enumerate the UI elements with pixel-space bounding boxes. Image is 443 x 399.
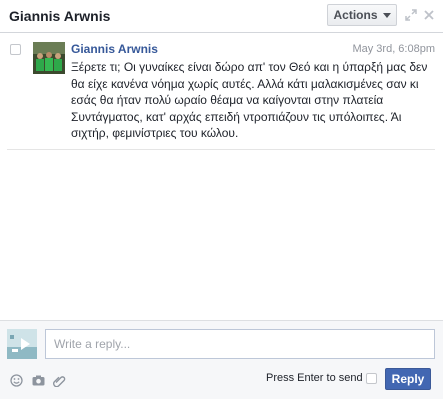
reply-composer: Press Enter to send Reply — [0, 320, 443, 399]
conversation-title: Giannis Arwnis — [9, 8, 111, 24]
camera-icon[interactable] — [32, 374, 45, 387]
message-timestamp: May 3rd, 6:08pm — [352, 43, 435, 55]
close-icon[interactable] — [423, 9, 435, 21]
avatar[interactable] — [33, 42, 65, 74]
press-enter-checkbox[interactable] — [366, 373, 377, 384]
expand-icon[interactable] — [405, 9, 417, 21]
message-item: Giannis Arwnis May 3rd, 6:08pm Ξέρετε τι… — [7, 35, 435, 150]
avatar — [7, 329, 37, 359]
sender-name-link[interactable]: Giannis Arwnis — [71, 42, 158, 56]
reply-button[interactable]: Reply — [385, 368, 431, 390]
reply-input[interactable] — [45, 329, 435, 359]
actions-label: Actions — [333, 8, 378, 22]
actions-button[interactable]: Actions — [327, 4, 397, 26]
chevron-down-icon — [382, 12, 391, 18]
press-enter-label: Press Enter to send — [266, 372, 363, 384]
message-body: Ξέρετε τι; Οι γυναίκες είναι δώρο απ' το… — [71, 60, 428, 140]
emoji-icon[interactable] — [10, 374, 23, 387]
message-select-checkbox[interactable] — [10, 44, 21, 55]
conversation-header: Giannis Arwnis Actions — [0, 0, 443, 33]
attach-icon[interactable] — [53, 374, 66, 387]
